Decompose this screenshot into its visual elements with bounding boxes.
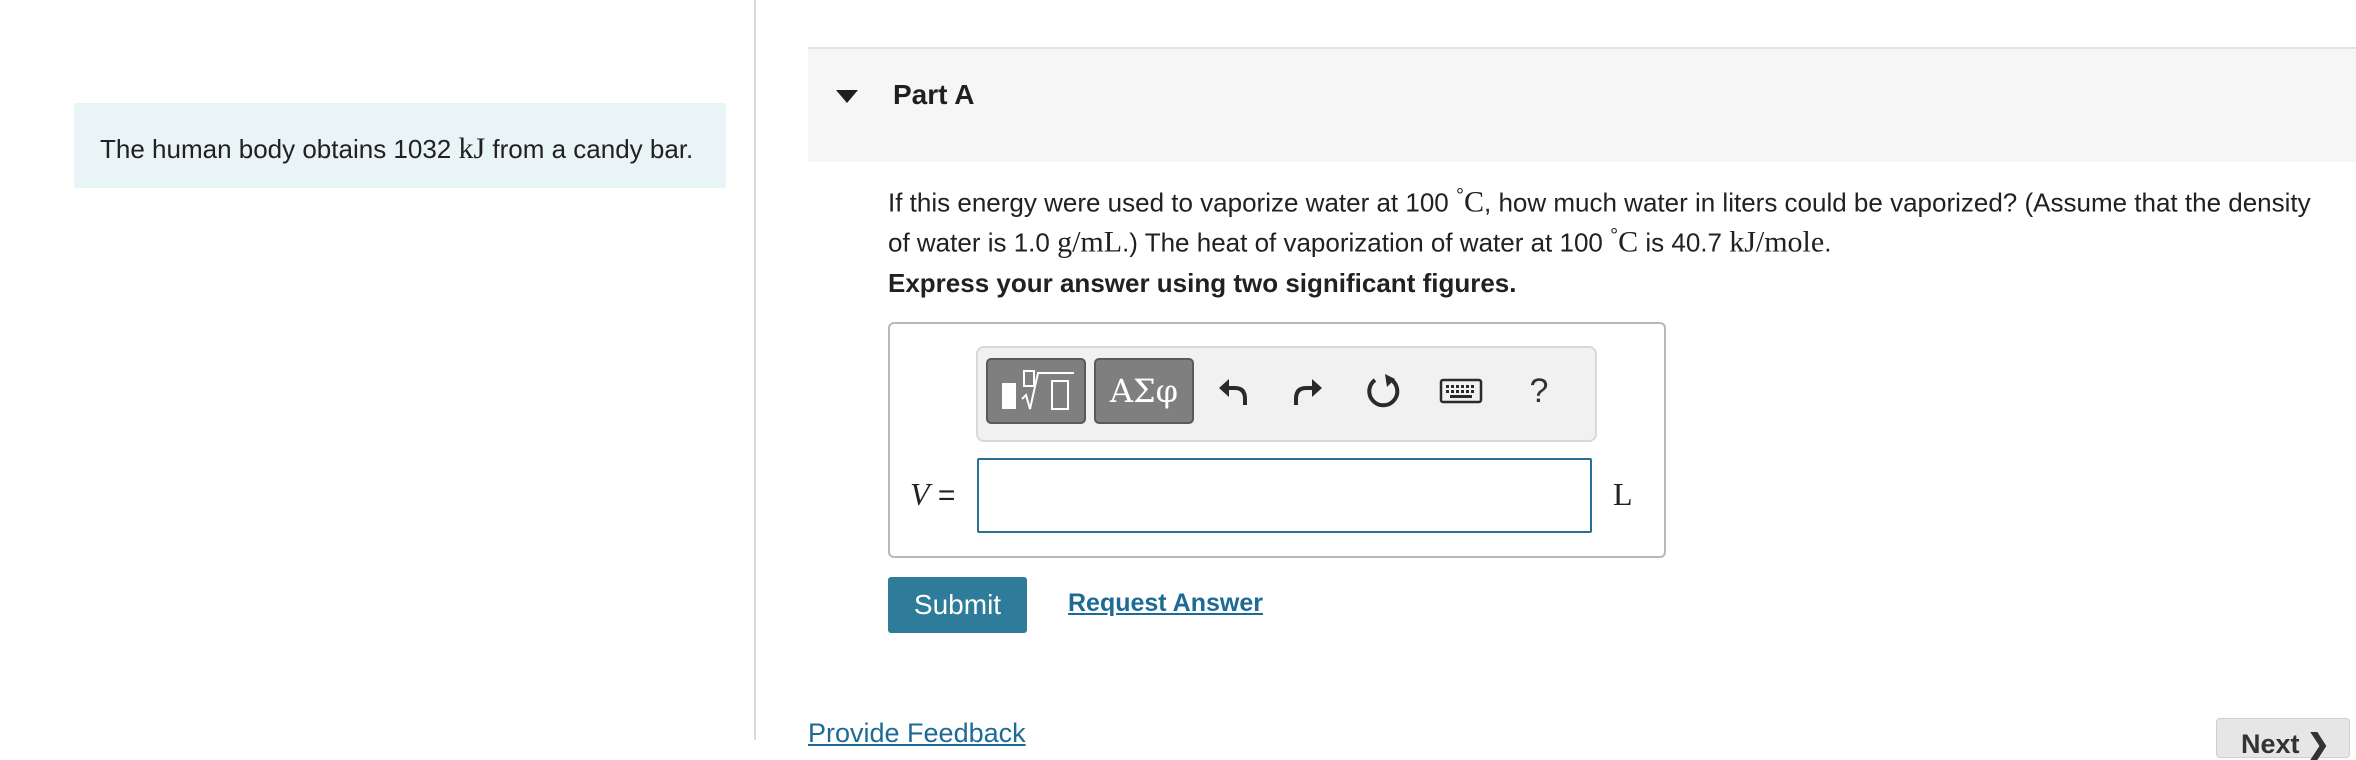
math-toolbar: ΑΣφ ? bbox=[976, 346, 1597, 442]
keyboard-button[interactable] bbox=[1425, 358, 1497, 424]
templates-button[interactable] bbox=[986, 358, 1086, 424]
answer-unit: L bbox=[1613, 476, 1633, 512]
greek-label: ΑΣφ bbox=[1109, 372, 1179, 410]
part-title: Part A bbox=[893, 79, 975, 110]
undo-icon bbox=[1219, 379, 1247, 405]
degree-symbol: ° bbox=[1455, 185, 1464, 207]
part-header[interactable]: Part A bbox=[808, 47, 2356, 162]
density-unit: g/mL bbox=[1057, 225, 1123, 259]
undo-button[interactable] bbox=[1200, 358, 1266, 424]
question-text-segment: is 40.7 bbox=[1638, 227, 1730, 258]
answer-input[interactable] bbox=[977, 458, 1592, 533]
celsius-unit: C bbox=[1618, 225, 1639, 259]
variable-name: V bbox=[910, 476, 930, 512]
question-text-segment: If this energy were used to vaporize wat… bbox=[888, 187, 1456, 218]
keyboard-icon bbox=[1439, 378, 1483, 404]
request-answer-link[interactable]: Request Answer bbox=[1068, 589, 1263, 618]
question-line-2: of water is 1.0 g/mL.) The heat of vapor… bbox=[888, 220, 2338, 260]
redo-icon bbox=[1294, 379, 1322, 405]
heat-unit: kJ/mole bbox=[1729, 225, 1825, 259]
next-button[interactable]: Next ❯ bbox=[2216, 718, 2350, 759]
celsius-unit: C bbox=[1463, 185, 1484, 219]
reset-icon bbox=[1367, 374, 1400, 408]
redo-button[interactable] bbox=[1275, 358, 1341, 424]
help-label: ? bbox=[1529, 371, 1549, 410]
submit-button[interactable]: Submit bbox=[888, 577, 1027, 633]
help-button[interactable]: ? bbox=[1506, 358, 1572, 424]
question-text-segment: .) The heat of vaporization of water at … bbox=[1122, 227, 1611, 258]
provide-feedback-link[interactable]: Provide Feedback bbox=[808, 718, 1026, 749]
intro-unit: kJ bbox=[458, 132, 486, 165]
greek-symbols-button[interactable]: ΑΣφ bbox=[1094, 358, 1194, 424]
intro-text-before: The human body obtains 1032 bbox=[100, 134, 459, 164]
question-line-1: If this energy were used to vaporize wat… bbox=[888, 180, 2338, 220]
answer-instruction: Express your answer using two significan… bbox=[888, 268, 1517, 298]
question-text-segment: , how much water in liters could be vapo… bbox=[1484, 187, 2311, 218]
reset-button[interactable] bbox=[1350, 358, 1416, 424]
problem-intro: The human body obtains 1032 kJ from a ca… bbox=[74, 103, 726, 188]
question-text-segment: of water is 1.0 bbox=[888, 227, 1058, 258]
intro-text-after: from a candy bar. bbox=[485, 134, 694, 164]
degree-symbol: ° bbox=[1610, 224, 1619, 247]
equals-sign: = bbox=[937, 479, 956, 512]
question-text: If this energy were used to vaporize wat… bbox=[888, 180, 2338, 259]
fraction-sqrt-icon bbox=[1002, 370, 1074, 410]
answer-variable-label: V = bbox=[910, 476, 955, 513]
answer-box: ΑΣφ ? V = L bbox=[888, 322, 1666, 558]
question-text-segment: . bbox=[1824, 227, 1832, 258]
column-divider bbox=[754, 0, 756, 740]
caret-down-icon[interactable] bbox=[836, 90, 858, 103]
